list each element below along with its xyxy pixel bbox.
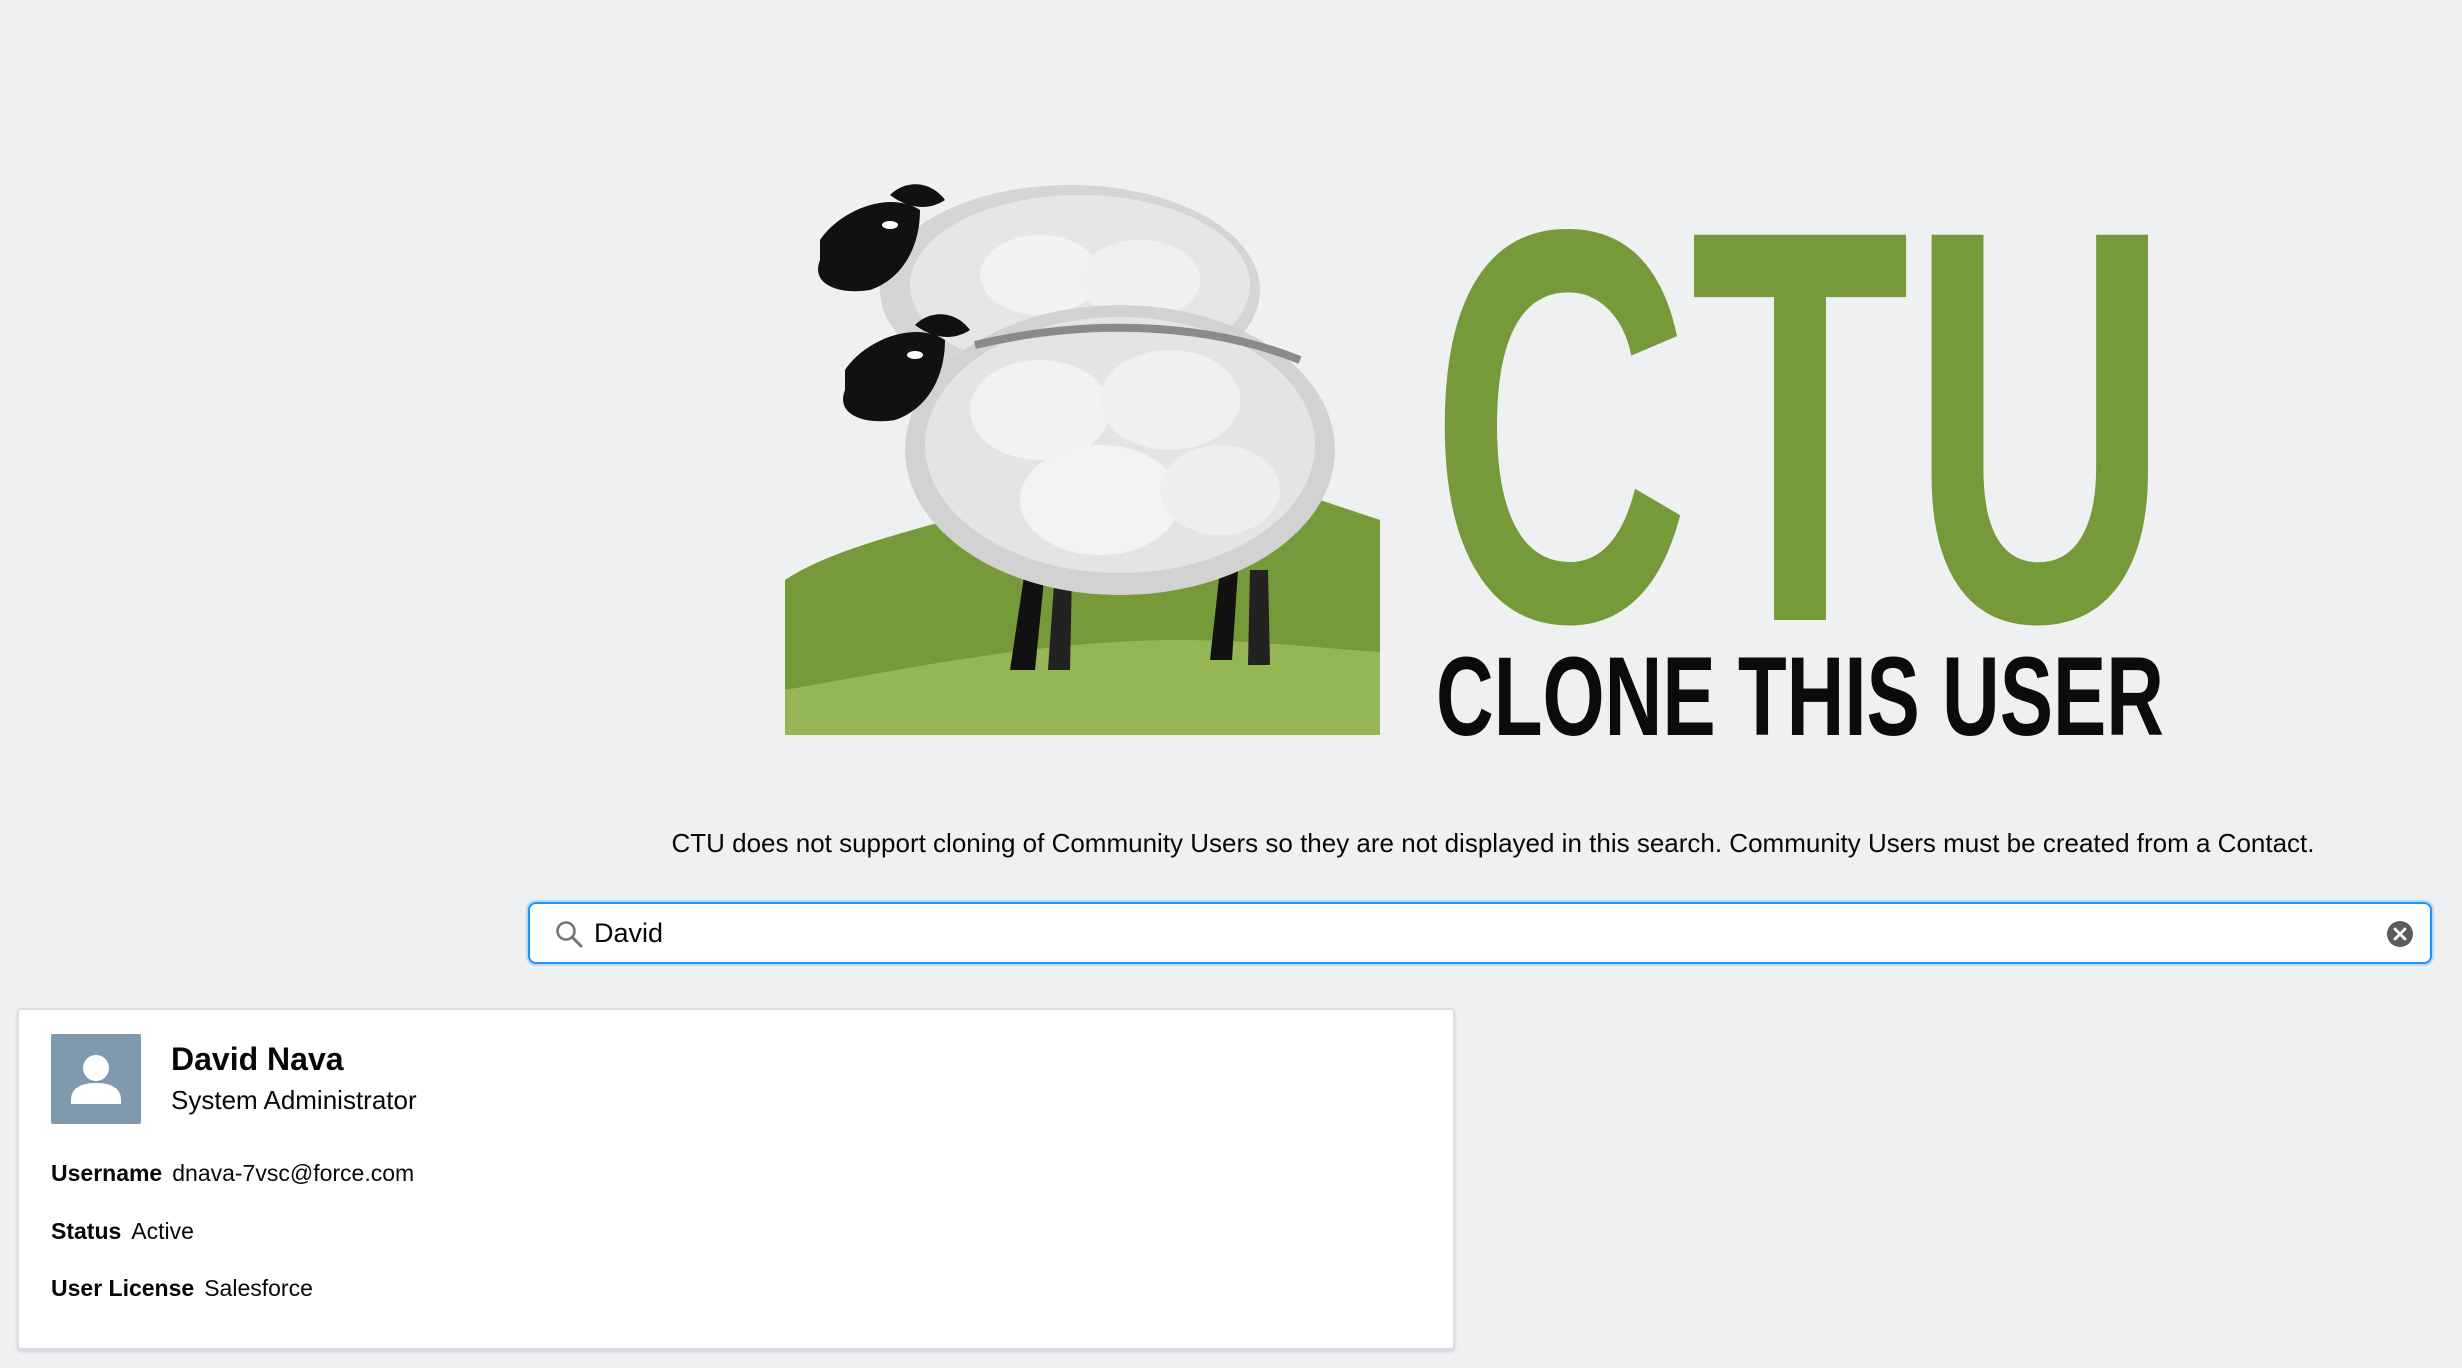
- sheep-logo-icon: CTU CLONE THIS USER: [785, 170, 2170, 750]
- user-result-card[interactable]: David Nava System Administrator Username…: [17, 1008, 1455, 1350]
- user-search-box[interactable]: [528, 902, 2432, 964]
- status-field: Status Active: [51, 1216, 194, 1246]
- ctu-logo: CTU CLONE THIS USER: [780, 170, 2180, 750]
- field-value: Salesforce: [204, 1275, 313, 1301]
- user-search-input[interactable]: [594, 910, 2354, 956]
- search-icon: [556, 921, 583, 948]
- field-label: Status: [51, 1218, 122, 1244]
- field-label: User License: [51, 1275, 195, 1301]
- user-license-field: User License Salesforce: [51, 1273, 313, 1303]
- logo-subtitle-text: CLONE THIS USER: [1436, 634, 2164, 750]
- page: CTU CLONE THIS USER CTU does not support…: [0, 0, 2462, 1368]
- username-field: Username dnava-7vsc@force.com: [51, 1158, 414, 1188]
- field-label: Username: [51, 1160, 163, 1186]
- user-name: David Nava: [171, 1041, 344, 1077]
- community-users-notice: CTU does not support cloning of Communit…: [671, 828, 2315, 858]
- field-value: dnava-7vsc@force.com: [172, 1160, 415, 1186]
- field-value: Active: [131, 1218, 194, 1244]
- avatar: [51, 1034, 141, 1124]
- clear-icon[interactable]: [2386, 920, 2414, 948]
- user-avatar-icon: [71, 1055, 121, 1104]
- user-profile: System Administrator: [171, 1085, 417, 1115]
